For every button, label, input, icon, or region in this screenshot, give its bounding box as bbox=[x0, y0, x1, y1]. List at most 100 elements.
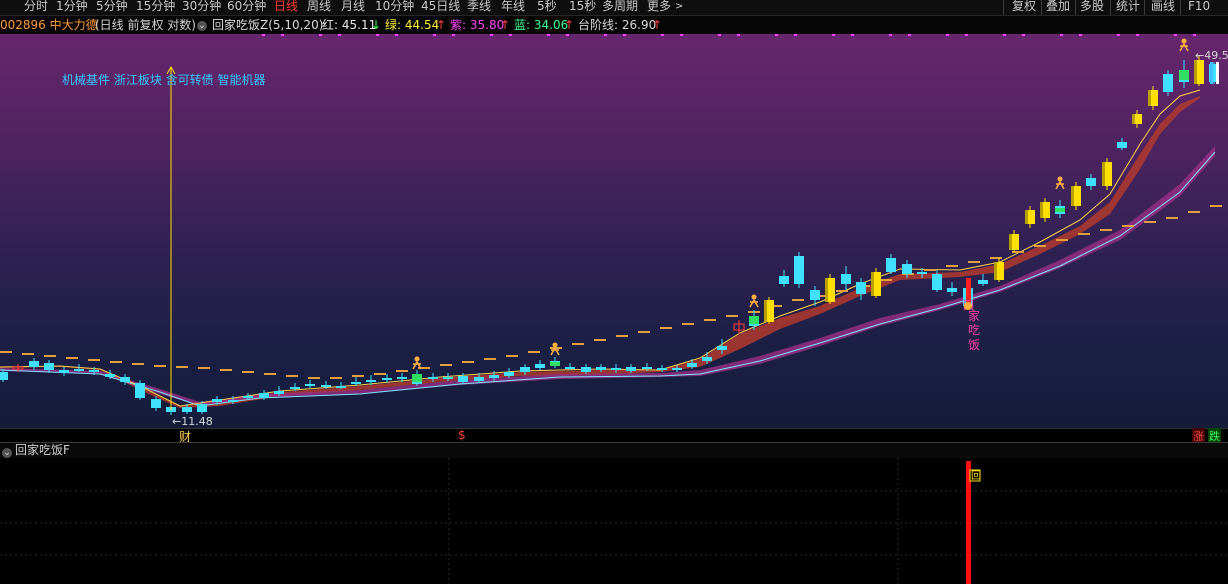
person-icon bbox=[749, 298, 759, 308]
period-tab-more[interactable]: 更多 bbox=[647, 0, 671, 15]
period-tab[interactable]: 10分钟 bbox=[375, 0, 414, 15]
tick-marker bbox=[623, 34, 626, 36]
candle-shade bbox=[1148, 90, 1151, 106]
money-bag-icon bbox=[964, 302, 972, 310]
period-tab[interactable]: 月线 bbox=[341, 0, 365, 15]
restore-rights-button[interactable]: 复权 bbox=[1012, 0, 1036, 15]
tick-marker bbox=[376, 34, 379, 36]
candle-shade bbox=[1009, 234, 1012, 250]
period-tab[interactable]: 分时 bbox=[24, 0, 48, 15]
tick-marker bbox=[889, 34, 892, 36]
person-icon bbox=[1179, 42, 1189, 52]
candle-body bbox=[672, 368, 682, 370]
period-tab[interactable]: 1分钟 bbox=[56, 0, 88, 15]
indicator-settings-icon[interactable]: ⌄ bbox=[197, 17, 207, 33]
candle-body bbox=[212, 399, 222, 402]
draw-line-button[interactable]: 画线 bbox=[1151, 0, 1175, 15]
tick-marker bbox=[1003, 34, 1006, 36]
toolbar-divider bbox=[1041, 0, 1042, 15]
tick-marker bbox=[1117, 34, 1120, 36]
candle-body bbox=[89, 370, 99, 372]
candle-body bbox=[120, 377, 130, 382]
period-tab[interactable]: 季线 bbox=[467, 0, 491, 15]
candle-body bbox=[717, 346, 727, 350]
toolbar-divider bbox=[1180, 0, 1181, 15]
price-high-label: ←49.56 bbox=[1195, 49, 1228, 62]
candle-body bbox=[243, 396, 253, 398]
candle-body bbox=[535, 364, 545, 368]
period-toolbar: 分时 1分钟 5分钟 15分钟 30分钟 60分钟 日线 周线 月线 10分钟 … bbox=[0, 0, 1228, 16]
candle-body bbox=[1117, 142, 1127, 148]
tick-marker bbox=[908, 34, 911, 36]
candle-body bbox=[458, 376, 468, 382]
candle-body bbox=[917, 272, 927, 274]
candle-body bbox=[642, 367, 652, 369]
candle-body bbox=[397, 377, 407, 379]
tick-marker bbox=[680, 34, 683, 36]
indicator-name[interactable]: 回家吃饭Z(5,10,20) bbox=[212, 17, 323, 33]
chevron-right-icon[interactable]: > bbox=[675, 0, 683, 15]
period-tab[interactable]: 年线 bbox=[501, 0, 525, 15]
period-tab-active[interactable]: 日线 bbox=[274, 0, 298, 15]
signal-char: 吃 bbox=[968, 323, 980, 337]
concept-tags[interactable]: 机械基件 浙江板块 含可转债 智能机器 bbox=[62, 71, 265, 88]
sub-indicator-settings-icon[interactable]: ⌄ bbox=[2, 445, 12, 459]
period-tab[interactable]: 30分钟 bbox=[182, 0, 221, 15]
period-tab[interactable]: 15分钟 bbox=[136, 0, 175, 15]
overlay-button[interactable]: 叠加 bbox=[1046, 0, 1070, 15]
period-tab[interactable]: 15秒 bbox=[569, 0, 596, 15]
statistics-button[interactable]: 统计 bbox=[1116, 0, 1140, 15]
candle-body bbox=[978, 280, 988, 284]
period-tab[interactable]: 5分钟 bbox=[96, 0, 128, 15]
candle-shade bbox=[1132, 114, 1135, 124]
period-tab[interactable]: 45日线 bbox=[421, 0, 460, 15]
tick-marker bbox=[547, 34, 550, 36]
candlesticks bbox=[0, 56, 1219, 415]
indicator-info-bar: 002896 中大力德 (日线 前复权 对数) ⌄ 回家吃饭Z(5,10,20)… bbox=[0, 16, 1228, 34]
f10-button[interactable]: F10 bbox=[1188, 0, 1210, 15]
period-tab[interactable]: 5秒 bbox=[537, 0, 557, 15]
candle-body bbox=[228, 400, 238, 402]
candle-body bbox=[947, 288, 957, 292]
period-tab[interactable]: 60分钟 bbox=[227, 0, 266, 15]
event-marker-row: 财 $ 涨 跌 bbox=[0, 428, 1228, 444]
period-tab[interactable]: 多周期 bbox=[602, 0, 638, 15]
sub-indicator-panel[interactable]: 回 bbox=[0, 458, 1228, 584]
tick-marker bbox=[1136, 34, 1139, 36]
candle-body bbox=[44, 363, 54, 370]
period-tab[interactable]: 周线 bbox=[307, 0, 331, 15]
candle-body bbox=[29, 361, 39, 367]
main-kline-chart[interactable]: ←49.56 ←11.48 回 家 吃 饭 机械基件 浙江板块 含可转债 智能机… bbox=[0, 34, 1228, 428]
candle-body bbox=[74, 369, 84, 371]
sub-indicator-name[interactable]: 回家吃饭F bbox=[15, 443, 70, 458]
tick-marker bbox=[965, 34, 968, 36]
tick-marker bbox=[604, 34, 607, 36]
candle-body bbox=[151, 399, 161, 408]
candle-body bbox=[197, 404, 207, 412]
step-line-value: 台阶线: 26.90 bbox=[578, 18, 657, 32]
red-line-value: 红: 45.11 bbox=[322, 18, 377, 32]
candle-body bbox=[290, 387, 300, 389]
tick-marker bbox=[775, 34, 778, 36]
candle-body bbox=[1163, 74, 1173, 92]
candle-body bbox=[443, 377, 453, 379]
candle-body bbox=[1086, 178, 1096, 186]
person-icon bbox=[1055, 180, 1065, 190]
arrow-up-icon: ↑ bbox=[564, 18, 575, 32]
candle-body-green bbox=[749, 316, 759, 324]
step-line bbox=[0, 205, 1222, 379]
signal-char: 饭 bbox=[968, 338, 980, 352]
candle-shade bbox=[871, 272, 874, 296]
candle-body bbox=[274, 391, 284, 394]
candle-shade bbox=[994, 262, 997, 280]
toolbar-divider bbox=[1110, 0, 1111, 15]
tick-marker bbox=[262, 34, 265, 36]
tick-marker bbox=[946, 34, 949, 36]
dollar-marker[interactable]: $ bbox=[458, 428, 466, 442]
multi-stock-button[interactable]: 多股 bbox=[1080, 0, 1104, 15]
candle-body bbox=[841, 274, 851, 284]
blue-line-value: 蓝: 34.06 bbox=[514, 18, 569, 32]
arrow-up-icon: ↑ bbox=[500, 18, 511, 32]
price-low-label: ←11.48 bbox=[172, 415, 213, 428]
kline-canvas[interactable]: ←49.56 ←11.48 回 家 吃 饭 bbox=[0, 34, 1228, 428]
